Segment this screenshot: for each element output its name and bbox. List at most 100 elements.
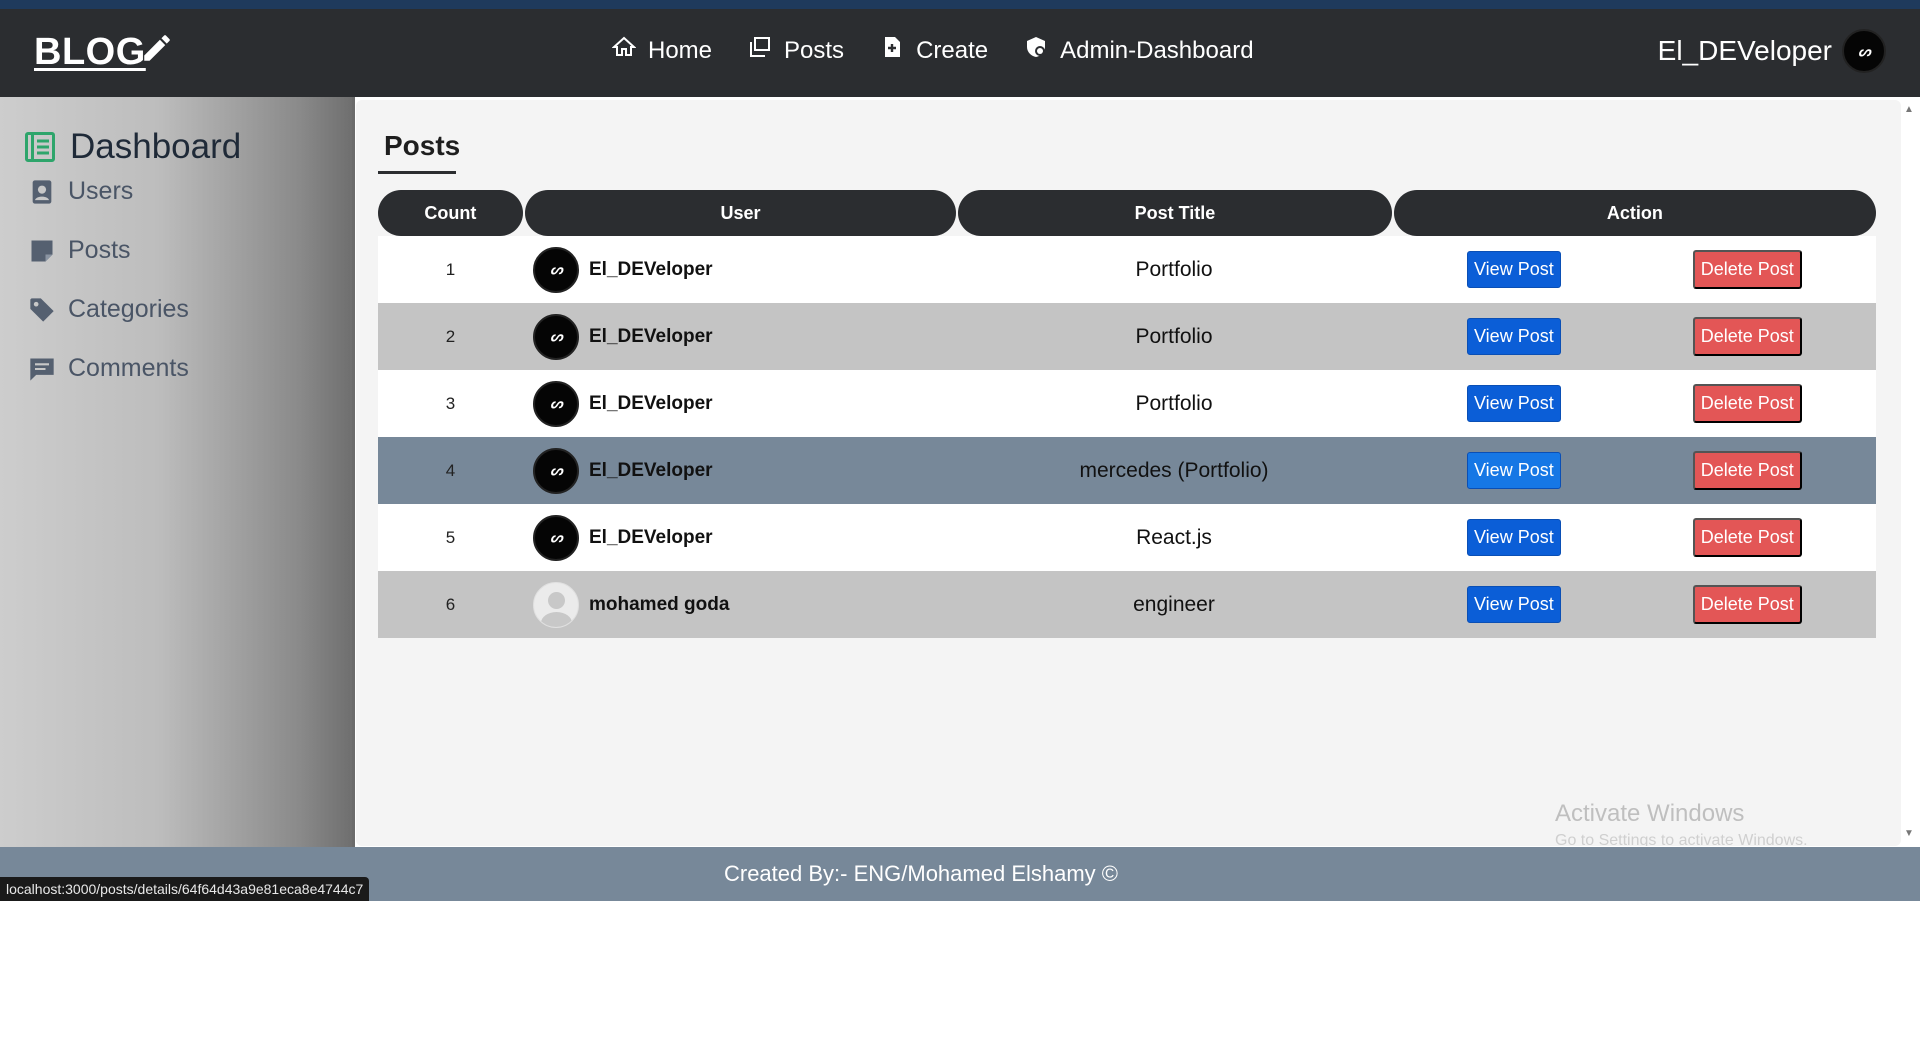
nav-admin-dashboard-label: Admin-Dashboard — [1060, 37, 1254, 64]
row-count: 5 — [445, 527, 456, 547]
table-row: 3 ᔕ El_DEVeloper Portfolio View Post Del… — [378, 370, 1876, 437]
delete-post-button[interactable]: Delete Post — [1692, 250, 1802, 289]
row-actions: View Post Delete Post — [1391, 317, 1876, 356]
table-row: 6 mohamed goda engineer View Post Delete… — [378, 571, 1876, 638]
posts-icon — [750, 37, 771, 57]
table-row: 5 ᔕ El_DEVeloper React.js View Post Dele… — [378, 504, 1876, 571]
nav-home-label: Home — [648, 37, 713, 64]
nav-home-link[interactable]: Home — [612, 36, 713, 65]
delete-post-button[interactable]: Delete Post — [1692, 518, 1802, 557]
user-avatar: ᔕ — [533, 246, 579, 293]
sidebar-item-comments[interactable]: Comments — [28, 354, 189, 383]
avatar-logo-text: ᔕ — [550, 529, 563, 545]
row-user[interactable]: ᔕ El_DEVeloper — [523, 380, 957, 427]
table-row: 1 ᔕ El_DEVeloper Portfolio View Post Del… — [378, 236, 1876, 303]
sidebar-title: Dashboard — [22, 127, 241, 167]
header-post-title: Post Title — [958, 190, 1392, 236]
row-actions: View Post Delete Post — [1391, 384, 1876, 423]
row-count: 1 — [445, 259, 456, 279]
row-count: 6 — [445, 594, 456, 614]
comment-icon — [30, 358, 54, 381]
row-user[interactable]: ᔕ El_DEVeloper — [523, 246, 957, 293]
header-count: Count — [378, 190, 523, 236]
row-post-title: Portfolio — [1135, 391, 1213, 415]
tag-icon — [30, 297, 54, 322]
blog-logo[interactable]: BLOG — [34, 31, 146, 74]
delete-post-button[interactable]: Delete Post — [1692, 384, 1802, 423]
view-post-button[interactable]: View Post — [1467, 452, 1561, 489]
sidebar-item-comments-label: Comments — [68, 354, 189, 382]
avatar-logo-text: ᔕ — [550, 395, 563, 411]
note-icon — [31, 240, 53, 261]
avatar-logo-text: ᔕ — [550, 261, 563, 277]
delete-post-button[interactable]: Delete Post — [1692, 317, 1802, 356]
row-user[interactable]: mohamed goda — [523, 581, 957, 628]
view-post-button[interactable]: View Post — [1467, 519, 1561, 556]
view-post-button[interactable]: View Post — [1467, 385, 1561, 422]
nav-posts-label: Posts — [784, 37, 845, 64]
row-post-title: React.js — [1136, 525, 1212, 549]
browser-status-url: localhost:3000/posts/details/64f64d43a9e… — [0, 877, 370, 901]
row-post-title: Portfolio — [1135, 324, 1213, 348]
default-avatar-icon — [533, 581, 579, 628]
user-avatar[interactable]: ᔕ — [1842, 29, 1886, 73]
nav-links: Home Posts Create Admin-Dashboard — [612, 36, 1290, 65]
page-title-underline — [378, 171, 456, 174]
row-post-title: Portfolio — [1135, 257, 1213, 281]
user-avatar: ᔕ — [533, 313, 579, 360]
pencil-icon — [144, 35, 170, 61]
create-file-icon — [885, 37, 901, 57]
nav-posts-link[interactable]: Posts — [748, 37, 844, 65]
delete-post-button[interactable]: Delete Post — [1692, 451, 1802, 490]
row-username: El_DEVeloper — [589, 258, 713, 280]
page-title: Posts — [384, 130, 461, 161]
nav-user-menu[interactable]: El_DEVeloper ᔕ — [1658, 29, 1886, 73]
row-user[interactable]: ᔕ El_DEVeloper — [523, 313, 957, 360]
avatar-logo-text: ᔕ — [550, 462, 563, 478]
row-username: mohamed goda — [589, 593, 730, 615]
row-username: El_DEVeloper — [589, 459, 713, 481]
sidebar-item-posts-label: Posts — [68, 236, 131, 264]
view-post-button[interactable]: View Post — [1467, 251, 1561, 288]
user-badge-icon — [32, 179, 52, 204]
sidebar-item-users[interactable]: Users — [28, 177, 133, 206]
user-avatar: ᔕ — [533, 514, 579, 561]
row-post-title: mercedes (Portfolio) — [1079, 458, 1269, 482]
view-post-button[interactable]: View Post — [1467, 586, 1561, 623]
avatar-logo-text: ᔕ — [550, 328, 563, 344]
dashboard-list-icon — [25, 132, 55, 162]
posts-table: Count User Post Title Action 1 ᔕ El_DEVe… — [378, 190, 1877, 638]
sidebar-divider — [352, 97, 355, 847]
table-row-hovered: 4 ᔕ El_DEVeloper mercedes (Portfolio) Vi… — [378, 437, 1876, 504]
sidebar-item-posts[interactable]: Posts — [28, 236, 131, 265]
nav-admin-dashboard-link[interactable]: Admin-Dashboard — [1024, 37, 1254, 65]
row-count: 2 — [445, 326, 456, 346]
sidebar-title-label: Dashboard — [70, 127, 242, 166]
navbar: BLOG Home Posts Create Admin-Dashboard E… — [0, 9, 1920, 97]
scroll-up-arrow-icon[interactable]: ▲ — [1904, 104, 1914, 115]
row-username: El_DEVeloper — [589, 526, 713, 548]
browser-top-strip — [0, 0, 1920, 9]
footer-credit: Created By:- ENG/Mohamed Elshamy © — [723, 861, 1118, 886]
nav-create-label: Create — [916, 37, 989, 64]
sidebar-item-categories-label: Categories — [68, 295, 189, 323]
row-user[interactable]: ᔕ El_DEVeloper — [523, 447, 957, 494]
sidebar: Dashboard Users Posts Categories Comment… — [0, 97, 352, 847]
header-action: Action — [1393, 190, 1877, 236]
user-avatar: ᔕ — [533, 380, 579, 427]
row-count: 3 — [445, 393, 456, 413]
avatar-logo-text: ᔕ — [1858, 42, 1871, 59]
row-user[interactable]: ᔕ El_DEVeloper — [523, 514, 957, 561]
delete-post-button[interactable]: Delete Post — [1692, 585, 1802, 624]
admin-shield-icon — [1027, 37, 1046, 57]
activate-windows-watermark: Activate Windows — [1555, 800, 1745, 827]
row-actions: View Post Delete Post — [1391, 250, 1876, 289]
row-actions: View Post Delete Post — [1391, 585, 1876, 624]
activate-windows-subtext: Go to Settings to activate Windows. — [1555, 832, 1808, 846]
user-avatar: ᔕ — [533, 447, 579, 494]
view-post-button[interactable]: View Post — [1467, 318, 1561, 355]
row-count: 4 — [445, 460, 456, 480]
sidebar-item-categories[interactable]: Categories — [28, 295, 189, 324]
scroll-down-arrow-icon[interactable]: ▼ — [1904, 828, 1914, 839]
nav-create-link[interactable]: Create — [880, 37, 988, 65]
